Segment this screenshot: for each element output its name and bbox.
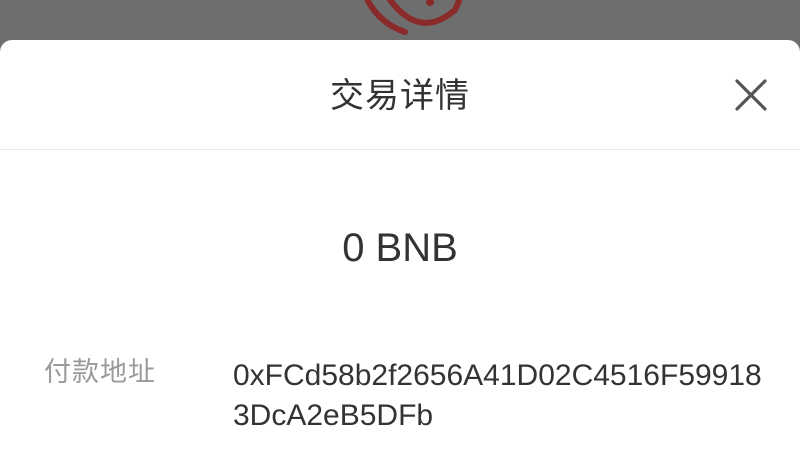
alert-icon — [364, 0, 463, 35]
sheet-header: 交易详情 — [0, 40, 800, 150]
sheet-title: 交易详情 — [330, 76, 470, 116]
payer-address-value: 0xFCd58b2f2656A41D02C4516F599183DcA2eB5D… — [233, 359, 762, 432]
close-button[interactable] — [728, 72, 774, 118]
transaction-amount: 0 BNB — [342, 226, 458, 270]
close-icon — [735, 79, 767, 111]
payer-address-label: 付款地址 — [44, 357, 156, 388]
